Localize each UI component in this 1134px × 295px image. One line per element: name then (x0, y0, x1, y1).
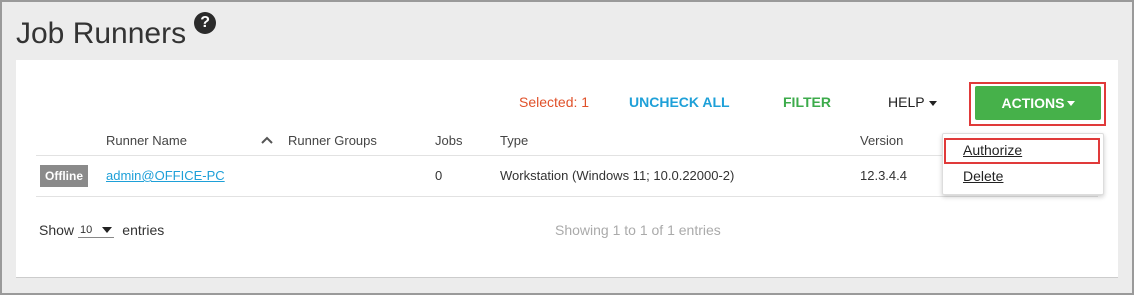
table-row-divider (36, 196, 1098, 197)
sort-ascending-icon[interactable] (261, 134, 273, 146)
actions-button[interactable]: ACTIONS (975, 86, 1101, 120)
filter-button[interactable]: FILTER (783, 94, 831, 110)
status-badge: Offline (40, 165, 88, 187)
page-header: Job Runners ? (16, 12, 217, 56)
caret-down-icon (928, 100, 937, 106)
page-title: Job Runners (16, 17, 187, 50)
help-menu-label: HELP (888, 94, 925, 110)
pagination-info: Showing 1 to 1 of 1 entries (555, 222, 721, 238)
show-label: Show (39, 222, 75, 238)
column-header-type[interactable]: Type (500, 133, 528, 148)
caret-down-icon (102, 226, 113, 233)
question-circle-icon[interactable]: ? (194, 12, 217, 34)
jobs-cell: 0 (435, 168, 443, 183)
actions-label: ACTIONS (1001, 95, 1065, 111)
caret-down-icon (1066, 100, 1075, 106)
column-header-jobs[interactable]: Jobs (435, 133, 462, 148)
column-header-version[interactable]: Version (860, 133, 903, 148)
column-header-runner-name[interactable]: Runner Name (106, 133, 187, 148)
page-size-select[interactable]: 10 (78, 222, 115, 238)
page-size-control: Show 10 entries (39, 222, 164, 238)
help-menu-button[interactable]: HELP (888, 94, 937, 110)
entries-label: entries (122, 222, 165, 238)
runner-name-link[interactable]: admin@OFFICE-PC (106, 168, 225, 183)
menu-item-delete[interactable]: Delete (963, 168, 1003, 184)
column-header-runner-groups[interactable]: Runner Groups (288, 133, 377, 148)
uncheck-all-button[interactable]: UNCHECK ALL (629, 94, 730, 110)
menu-item-authorize[interactable]: Authorize (963, 142, 1022, 158)
version-cell: 12.3.4.4 (860, 168, 907, 183)
selected-count: Selected: 1 (519, 94, 590, 110)
page-size-value: 10 (80, 223, 93, 236)
table-header-divider (36, 155, 1098, 156)
type-cell: Workstation (Windows 11; 10.0.22000-2) (500, 168, 735, 183)
job-runners-panel: Selected: 1 UNCHECK ALL FILTER HELP ACTI… (16, 60, 1118, 278)
